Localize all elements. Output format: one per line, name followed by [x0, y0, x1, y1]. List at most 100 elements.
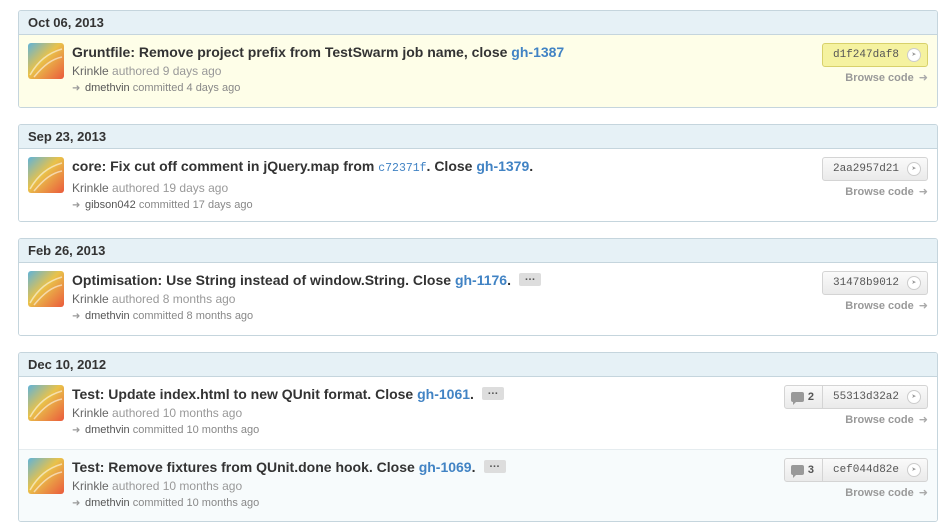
author-avatar[interactable] — [28, 458, 64, 494]
commit-sha: 2aa2957d21 — [832, 163, 899, 175]
arrow-right-icon: ➜ — [72, 83, 81, 94]
authored-time: 10 months ago — [162, 479, 243, 493]
chevron-right-icon: ➜ — [915, 72, 928, 84]
committed-line: ➜ dmethvin committed 4 days ago — [72, 80, 928, 97]
committer-name[interactable]: dmethvin — [85, 424, 130, 436]
committed-label: committed — [132, 497, 184, 509]
issue-link[interactable]: gh-1379 — [476, 158, 529, 174]
commit-message-text: . — [529, 158, 534, 174]
commit-sha-button[interactable]: 31478b9012 ➤ — [821, 271, 928, 295]
expand-message-button[interactable]: … — [481, 385, 504, 400]
expand-message-button[interactable]: … — [483, 458, 506, 473]
commit-message-text: Optimisation: Use String instead of wind… — [72, 272, 455, 288]
committed-line: ➜ dmethvin committed 10 months ago — [72, 422, 928, 439]
authored-time: 19 days ago — [162, 181, 229, 195]
authored-label: authored — [112, 292, 160, 306]
commit-row: core: Fix cut off comment in jQuery.map … — [19, 149, 937, 221]
committer-name[interactable]: dmethvin — [85, 497, 130, 509]
committed-label: committed — [132, 310, 184, 322]
committed-label: committed — [138, 199, 190, 211]
comments-count: 2 — [807, 391, 814, 403]
author-name[interactable]: Krinkle — [72, 479, 109, 493]
commit-sha-button[interactable]: 3 cef044d82e ➤ — [783, 458, 928, 482]
commit-row: Test: Remove fixtures from QUnit.done ho… — [19, 449, 937, 521]
author-avatar[interactable] — [28, 43, 64, 79]
author-name[interactable]: Krinkle — [72, 181, 109, 195]
committed-time: 8 months ago — [186, 310, 254, 322]
commit-message[interactable]: Gruntfile: Remove project prefix from Te… — [72, 42, 928, 62]
authored-time: 10 months ago — [162, 406, 243, 420]
comment-bubble-icon — [790, 465, 804, 478]
committer-name[interactable]: dmethvin — [85, 82, 130, 94]
authored-time: 8 months ago — [162, 292, 236, 306]
comments-count-button[interactable]: 2 — [785, 386, 823, 408]
commit-message-text: . Close — [426, 158, 477, 174]
commit-group-date: Dec 10, 2012 — [19, 353, 937, 377]
chevron-circle-right-icon: ➤ — [907, 463, 921, 477]
commit-sha: cef044d82e — [832, 464, 899, 476]
commit-sha-button[interactable]: 2 55313d32a2 ➤ — [783, 385, 928, 409]
author-avatar[interactable] — [28, 385, 64, 421]
committed-line: ➜ dmethvin committed 10 months ago — [72, 495, 928, 512]
committer-name[interactable]: dmethvin — [85, 310, 130, 322]
committed-line: ➜ dmethvin committed 8 months ago — [72, 308, 928, 325]
expand-message-button[interactable]: … — [518, 271, 541, 286]
chevron-right-icon: ➜ — [915, 487, 928, 499]
authored-time: 9 days ago — [162, 64, 222, 78]
author-avatar[interactable] — [28, 271, 64, 307]
authored-label: authored — [112, 64, 160, 78]
authored-label: authored — [112, 181, 160, 195]
browse-code-link[interactable]: Browse code ➜ — [845, 71, 928, 84]
issue-link[interactable]: gh-1387 — [511, 44, 564, 60]
commit-message-text: Test: Remove fixtures from QUnit.done ho… — [72, 459, 419, 475]
arrow-right-icon: ➜ — [72, 498, 81, 509]
browse-code-link[interactable]: Browse code ➜ — [845, 185, 928, 198]
authored-label: authored — [112, 406, 160, 420]
browse-code-link[interactable]: Browse code ➜ — [845, 413, 928, 426]
comments-count-button[interactable]: 3 — [785, 459, 823, 481]
committed-time: 17 days ago — [192, 199, 253, 211]
committed-label: committed — [132, 82, 184, 94]
commit-message-text: Test: Update index.html to new QUnit for… — [72, 386, 418, 402]
issue-link[interactable]: gh-1176 — [455, 272, 507, 288]
commit-sha-button[interactable]: d1f247daf8 ➤ — [821, 43, 928, 67]
committer-name[interactable]: gibson042 — [85, 199, 136, 211]
browse-code-link[interactable]: Browse code ➜ — [845, 299, 928, 312]
committed-time: 10 months ago — [186, 424, 260, 436]
commit-group: Feb 26, 2013 Optimisation: Use String ins… — [18, 238, 938, 336]
chevron-circle-right-icon: ➤ — [907, 162, 921, 176]
browse-code-label: Browse code — [845, 414, 914, 426]
chevron-circle-right-icon: ➤ — [907, 48, 921, 62]
commit-message-text: . — [471, 459, 476, 475]
commit-message-text: Gruntfile: Remove project prefix from Te… — [72, 44, 512, 60]
authored-label: authored — [112, 479, 160, 493]
issue-link[interactable]: gh-1061 — [417, 386, 470, 402]
commit-sha-link[interactable]: c72371f — [378, 162, 426, 175]
author-name[interactable]: Krinkle — [72, 406, 109, 420]
commit-sha-button[interactable]: 2aa2957d21 ➤ — [821, 157, 928, 181]
committed-line: ➜ gibson042 committed 17 days ago — [72, 197, 928, 214]
commit-message-text: . — [507, 272, 511, 288]
issue-link[interactable]: gh-1069 — [419, 459, 472, 475]
author-name[interactable]: Krinkle — [72, 292, 109, 306]
commit-group: Dec 10, 2012 Test: Update index.html to n… — [18, 352, 938, 522]
authored-line: Krinkle authored 9 days ago — [72, 62, 928, 80]
commit-row: Optimisation: Use String instead of wind… — [19, 263, 937, 335]
commit-sha: 31478b9012 — [832, 277, 899, 289]
commit-message[interactable]: core: Fix cut off comment in jQuery.map … — [72, 156, 928, 179]
authored-line: Krinkle authored 8 months ago — [72, 290, 928, 308]
commit-body: Gruntfile: Remove project prefix from Te… — [72, 42, 928, 97]
committed-time: 4 days ago — [186, 82, 241, 94]
commit-group: Sep 23, 2013 core: Fix cut off comment in… — [18, 124, 938, 222]
browse-code-label: Browse code — [845, 186, 914, 198]
arrow-right-icon: ➜ — [72, 311, 81, 322]
commit-message[interactable]: Optimisation: Use String instead of wind… — [72, 270, 928, 290]
arrow-right-icon: ➜ — [72, 425, 81, 436]
browse-code-label: Browse code — [845, 300, 914, 312]
comments-count: 3 — [807, 464, 814, 476]
author-name[interactable]: Krinkle — [72, 64, 109, 78]
commit-group-date: Feb 26, 2013 — [19, 239, 937, 263]
author-avatar[interactable] — [28, 157, 64, 193]
browse-code-link[interactable]: Browse code ➜ — [845, 486, 928, 499]
authored-line: Krinkle authored 19 days ago — [72, 179, 928, 197]
